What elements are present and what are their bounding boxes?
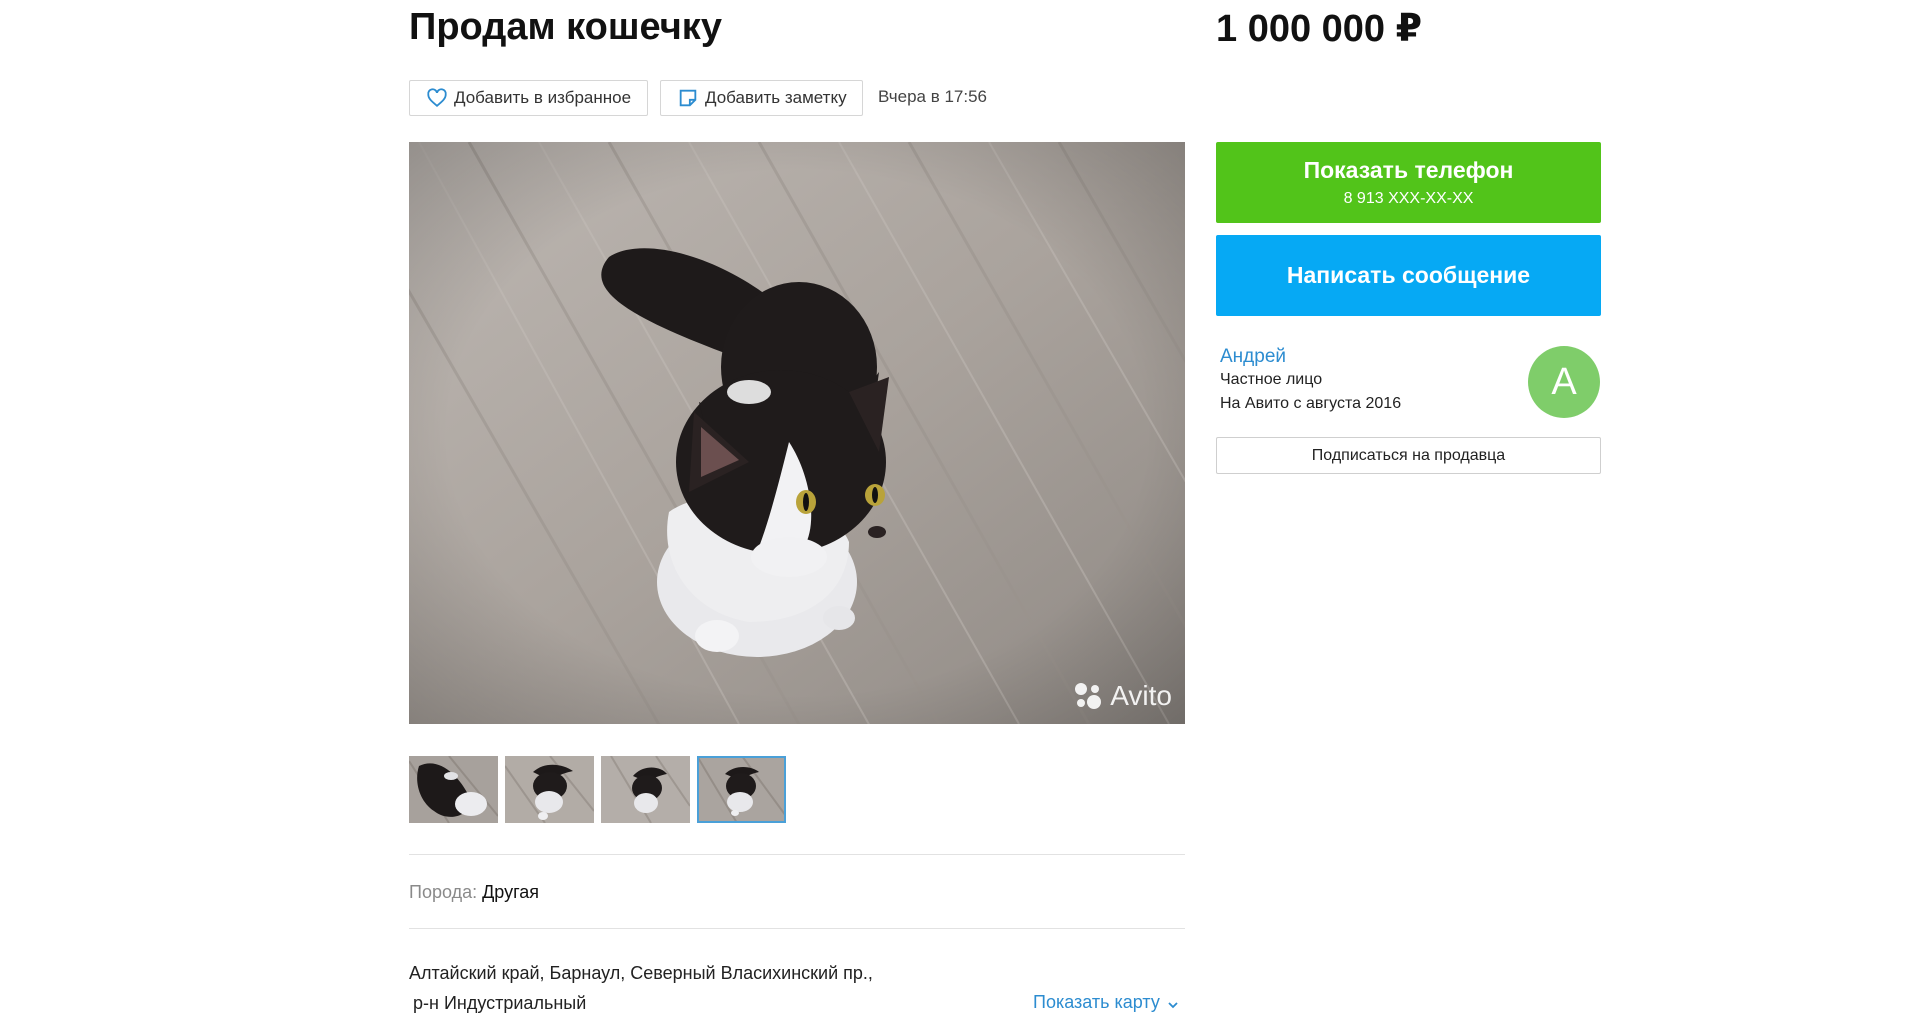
add-to-favorites-button[interactable]: Добавить в избранное xyxy=(409,80,648,116)
avito-watermark-text: Avito xyxy=(1110,680,1172,711)
show-map-label: Показать карту xyxy=(1033,992,1160,1012)
divider xyxy=(409,854,1185,855)
publish-date: Вчера в 17:56 xyxy=(878,87,988,106)
address-line-2: р-н Индустриальный xyxy=(413,993,587,1013)
seller-name-link[interactable]: Андрей xyxy=(1220,346,1286,368)
thumbnail-3[interactable] xyxy=(601,756,690,823)
subscribe-seller-button[interactable]: Подписаться на продавца xyxy=(1216,437,1601,474)
note-icon xyxy=(677,87,699,109)
write-message-button[interactable]: Написать сообщение xyxy=(1216,235,1601,316)
chevron-down-icon xyxy=(1168,993,1178,1014)
show-phone-button[interactable]: Показать телефон 8 913 XXX-XX-XX xyxy=(1216,142,1601,223)
address: Алтайский край, Барнаул, Северный Власих… xyxy=(409,958,873,1018)
listing-price: 1 000 000 ₽ xyxy=(1216,8,1423,50)
divider xyxy=(409,928,1185,929)
breed-label: Порода: xyxy=(409,882,478,902)
add-to-favorites-label: Добавить в избранное xyxy=(454,88,632,107)
seller-type: Частное лицо xyxy=(1220,371,1323,388)
add-note-button[interactable]: Добавить заметку xyxy=(660,80,863,116)
thumbnail-4[interactable] xyxy=(697,756,786,823)
avito-logo-icon xyxy=(1075,683,1102,709)
show-map-link[interactable]: Показать карту xyxy=(1033,992,1178,1014)
thumbnail-1[interactable] xyxy=(409,756,498,823)
breed-param: Порода: Другая xyxy=(409,882,539,903)
add-note-label: Добавить заметку xyxy=(705,88,847,107)
avito-watermark: Avito xyxy=(1072,680,1172,712)
heart-icon xyxy=(426,87,448,109)
thumbnail-2[interactable] xyxy=(505,756,594,823)
show-phone-label: Показать телефон xyxy=(1303,157,1514,183)
listing-title: Продам кошечку xyxy=(409,6,722,48)
breed-value: Другая xyxy=(482,882,540,902)
thumbnail-strip xyxy=(409,756,786,823)
seller-since: На Авито с августа 2016 xyxy=(1220,395,1402,412)
address-line-1: Алтайский край, Барнаул, Северный Власих… xyxy=(409,963,873,983)
main-photo[interactable]: Avito xyxy=(409,142,1185,724)
seller-avatar[interactable]: А xyxy=(1528,346,1600,418)
phone-number-masked: 8 913 XXX-XX-XX xyxy=(1343,190,1474,207)
